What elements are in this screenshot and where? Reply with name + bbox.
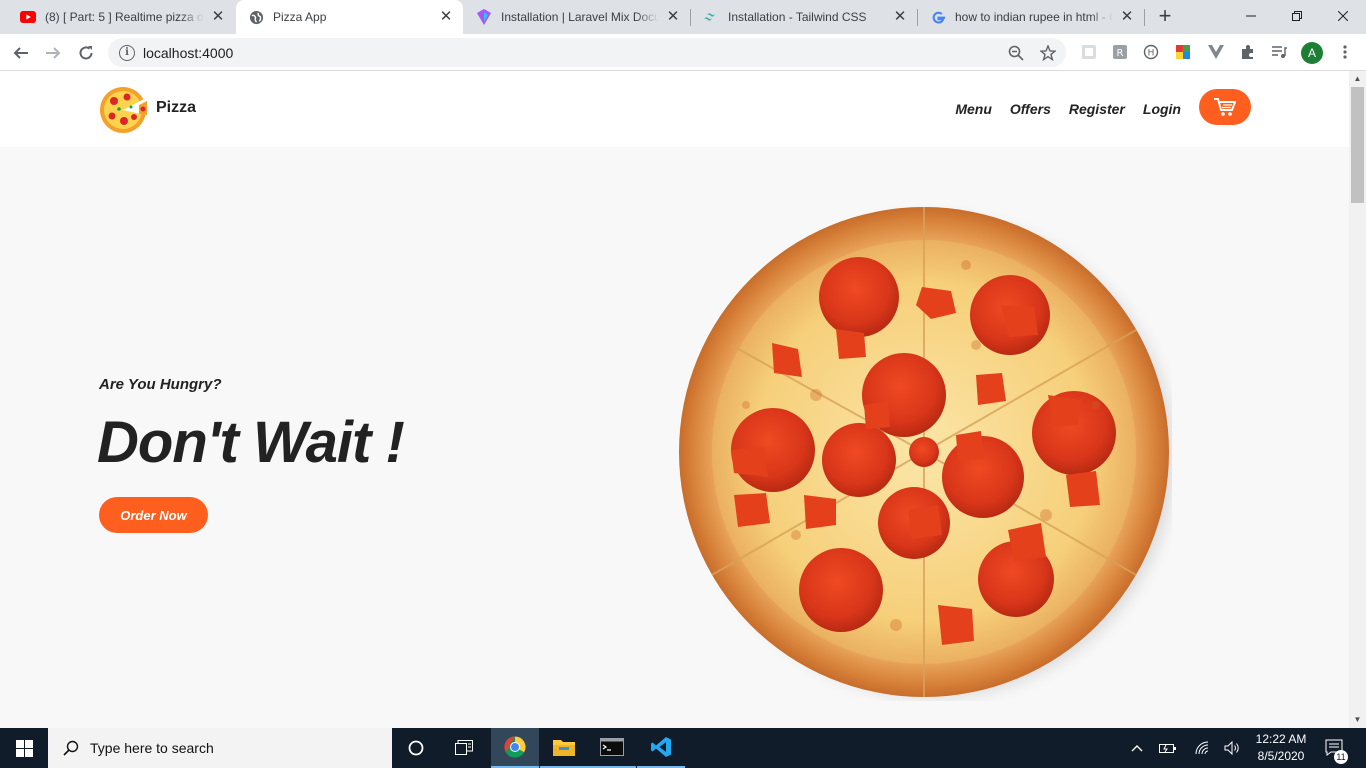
page-viewport: Pizza Menu Offers Register Login Are You… — [0, 71, 1366, 728]
media-controls-icon[interactable] — [1270, 43, 1288, 61]
globe-icon — [248, 9, 264, 25]
extension-icon[interactable]: H — [1142, 43, 1160, 61]
tab-separator — [1144, 9, 1145, 26]
battery-icon[interactable] — [1157, 728, 1179, 768]
vue-devtools-icon[interactable] — [1207, 43, 1225, 61]
clock-date: 8/5/2020 — [1257, 749, 1305, 763]
tab-title: Installation - Tailwind CSS — [728, 10, 867, 24]
reload-icon[interactable] — [72, 39, 100, 67]
tab-title: Pizza App — [273, 10, 327, 24]
search-icon — [62, 739, 80, 757]
tab-tailwind[interactable]: Installation - Tailwind CSS ✕ — [691, 0, 917, 34]
youtube-icon — [20, 9, 36, 25]
page-scrollbar[interactable]: ▲ ▼ — [1349, 71, 1366, 728]
notification-count: 11 — [1334, 750, 1348, 764]
url-text: localhost:4000 — [143, 44, 234, 61]
close-icon[interactable]: ✕ — [208, 7, 228, 27]
taskbar-search-box[interactable]: Type here to search — [48, 728, 392, 768]
colorzilla-icon[interactable] — [1174, 43, 1192, 61]
chrome-icon[interactable] — [491, 728, 539, 768]
clock-time: 12:22 AM — [1255, 732, 1307, 746]
hero-section: Are You Hungry? Don't Wait ! Order Now — [0, 147, 1349, 728]
windows-taskbar: Type here to search 12:22 AM 8/5/2020 11 — [0, 728, 1366, 768]
site-info-icon[interactable]: i — [119, 44, 135, 61]
pizza-logo-icon[interactable] — [98, 85, 148, 135]
taskbar-clock[interactable]: 12:22 AM 8/5/2020 — [1248, 731, 1314, 765]
profile-avatar[interactable]: A — [1301, 42, 1323, 64]
close-icon[interactable]: ✕ — [1117, 7, 1137, 27]
google-icon — [930, 9, 946, 25]
nav-link-register[interactable]: Register — [1069, 101, 1125, 117]
brand-name[interactable]: Pizza — [156, 99, 196, 117]
hero-kicker: Are You Hungry? — [99, 376, 222, 393]
file-explorer-icon[interactable] — [540, 728, 588, 768]
restore-icon[interactable] — [1274, 0, 1320, 32]
svg-text:H: H — [1148, 49, 1155, 59]
nav-link-offers[interactable]: Offers — [1010, 101, 1051, 117]
wifi-icon[interactable] — [1192, 728, 1214, 768]
tailwind-icon — [703, 9, 719, 25]
back-icon[interactable] — [7, 39, 35, 67]
vscode-icon[interactable] — [637, 728, 685, 768]
cortana-icon[interactable] — [392, 728, 440, 768]
scroll-up-icon[interactable]: ▲ — [1349, 71, 1366, 87]
hero-pizza-image — [676, 205, 1174, 701]
zoom-out-icon[interactable] — [1007, 44, 1025, 62]
close-icon[interactable]: ✕ — [663, 7, 683, 27]
tab-title: Installation | Laravel Mix Documentation — [501, 10, 659, 24]
tab-pizza-app[interactable]: Pizza App ✕ — [236, 0, 463, 34]
show-hidden-icons-icon[interactable] — [1128, 728, 1146, 768]
tab-strip: (8) [ Part: 5 ] Realtime pizza order ✕ P… — [0, 0, 1366, 34]
new-tab-button[interactable]: + — [1153, 5, 1177, 29]
tab-laravel-mix[interactable]: Installation | Laravel Mix Documentation… — [464, 0, 690, 34]
order-now-button[interactable]: Order Now — [99, 497, 208, 533]
site-navbar: Pizza Menu Offers Register Login — [0, 71, 1349, 147]
windows-start-icon[interactable] — [0, 728, 48, 768]
scrollbar-thumb[interactable] — [1351, 87, 1364, 203]
laravel-mix-icon — [476, 9, 492, 25]
nav-link-menu[interactable]: Menu — [955, 101, 992, 117]
cart-icon — [1214, 98, 1236, 116]
volume-icon[interactable] — [1222, 728, 1244, 768]
close-icon[interactable]: ✕ — [890, 7, 910, 27]
extension-icon[interactable] — [1080, 43, 1098, 61]
terminal-icon[interactable] — [588, 728, 636, 768]
tab-google-search[interactable]: how to indian rupee in html - Google Sea… — [918, 0, 1144, 34]
close-icon[interactable]: ✕ — [436, 7, 456, 27]
extension-icon[interactable]: R — [1111, 43, 1129, 61]
scroll-down-icon[interactable]: ▼ — [1349, 712, 1366, 728]
notification-center-icon[interactable]: 11 — [1322, 728, 1348, 768]
close-window-icon[interactable] — [1320, 0, 1366, 32]
minimize-icon[interactable] — [1228, 0, 1274, 32]
bookmark-star-icon[interactable] — [1039, 44, 1057, 62]
tab-title: (8) [ Part: 5 ] Realtime pizza order — [45, 10, 204, 24]
tab-youtube[interactable]: (8) [ Part: 5 ] Realtime pizza order ✕ — [8, 0, 235, 34]
forward-icon[interactable] — [39, 39, 67, 67]
chrome-menu-icon[interactable] — [1336, 43, 1354, 61]
search-placeholder: Type here to search — [90, 740, 214, 756]
svg-text:R: R — [1117, 48, 1124, 59]
extensions-puzzle-icon[interactable] — [1239, 43, 1257, 61]
nav-link-login[interactable]: Login — [1143, 101, 1181, 117]
browser-toolbar: i localhost:4000 R H A — [0, 34, 1366, 71]
task-view-icon[interactable] — [440, 728, 488, 768]
hero-headline: Don't Wait ! — [97, 410, 405, 475]
address-bar[interactable]: i localhost:4000 — [108, 38, 1066, 67]
cart-button[interactable] — [1199, 89, 1251, 125]
tab-title: how to indian rupee in html - Google Sea… — [955, 10, 1113, 24]
main-nav: Menu Offers Register Login — [955, 101, 1181, 117]
